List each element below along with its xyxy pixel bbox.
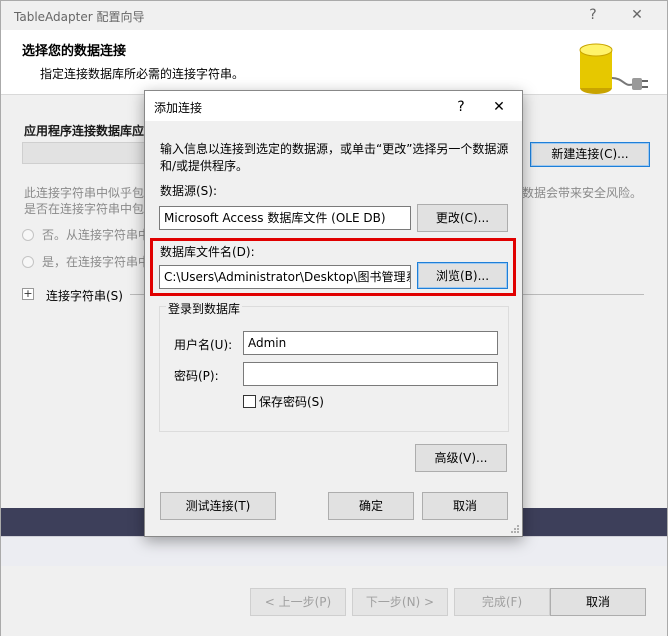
- wizard-header-subtitle: 指定连接数据库所必需的连接字符串。: [40, 67, 245, 81]
- database-file-input[interactable]: C:\Users\Administrator\Desktop\图书管理系: [159, 265, 411, 289]
- datasource-field: Microsoft Access 数据库文件 (OLE DB): [159, 206, 411, 230]
- radio-exclude-label: 否。从连接字符串中: [42, 228, 146, 242]
- username-label: 用户名(U):: [174, 338, 233, 352]
- password-label: 密码(P):: [174, 369, 219, 383]
- change-datasource-button[interactable]: 更改(C)...: [417, 204, 508, 232]
- expander-divider-right: [522, 294, 644, 295]
- dialog-title: 添加连接: [154, 101, 203, 115]
- warning-text-right: 数据会带来安全风险。: [522, 186, 643, 200]
- wizard-title: TableAdapter 配置向导: [14, 10, 145, 24]
- connection-combobox[interactable]: [22, 142, 152, 164]
- connection-string-label: 连接字符串(S): [46, 289, 123, 303]
- wizard-header-title: 选择您的数据连接: [22, 44, 127, 59]
- dialog-cancel-button[interactable]: 取消: [422, 492, 508, 520]
- password-input[interactable]: [243, 362, 498, 386]
- resize-grip-icon[interactable]: [510, 524, 520, 534]
- dialog-help-button[interactable]: ?: [446, 94, 476, 120]
- radio-circle[interactable]: [22, 229, 34, 241]
- new-connection-button[interactable]: 新建连接(C)...: [530, 142, 650, 167]
- next-button[interactable]: 下一步(N) >: [352, 588, 448, 616]
- connection-label: 应用程序连接数据库应: [24, 124, 145, 138]
- dialog-close-button[interactable]: ✕: [484, 94, 514, 120]
- database-plug-icon: [579, 43, 648, 94]
- wizard-close-button[interactable]: ✕: [622, 2, 652, 28]
- ok-button[interactable]: 确定: [328, 492, 414, 520]
- previous-button[interactable]: < 上一步(P): [250, 588, 346, 616]
- datasource-label: 数据源(S):: [160, 184, 218, 198]
- checkbox-box[interactable]: [243, 395, 256, 408]
- radio-circle[interactable]: [22, 256, 34, 268]
- dialog-description-line1: 输入信息以连接到选定的数据源，或单击“更改”选择另一个数据源: [160, 142, 509, 156]
- warning-text-line2: 是否在连接字符串中包: [24, 202, 145, 216]
- radio-exclude-sensitive[interactable]: 否。从连接字符串中: [22, 226, 146, 243]
- wizard-help-button[interactable]: ?: [578, 2, 608, 28]
- test-connection-button[interactable]: 测试连接(T): [160, 492, 276, 520]
- finish-button[interactable]: 完成(F): [454, 588, 550, 616]
- browse-button[interactable]: 浏览(B)...: [417, 262, 508, 289]
- radio-include-sensitive[interactable]: 是，在连接字符串中包: [22, 253, 146, 270]
- expand-plus-icon[interactable]: +: [22, 288, 34, 300]
- wizard-cancel-button[interactable]: 取消: [550, 588, 646, 616]
- save-password-label: 保存密码(S): [259, 395, 324, 409]
- advanced-button[interactable]: 高级(V)...: [415, 444, 507, 472]
- warning-text-line1: 此连接字符串中似乎包: [24, 186, 145, 200]
- dialog-description-line2: 和/或提供程序。: [160, 159, 249, 173]
- radio-include-label: 是，在连接字符串中包: [42, 255, 146, 269]
- background-strip: [1, 536, 667, 566]
- database-file-label: 数据库文件名(D):: [160, 245, 255, 259]
- save-password-checkbox[interactable]: 保存密码(S): [243, 393, 324, 410]
- login-group-label: 登录到数据库: [166, 300, 243, 317]
- username-input[interactable]: Admin: [243, 331, 498, 355]
